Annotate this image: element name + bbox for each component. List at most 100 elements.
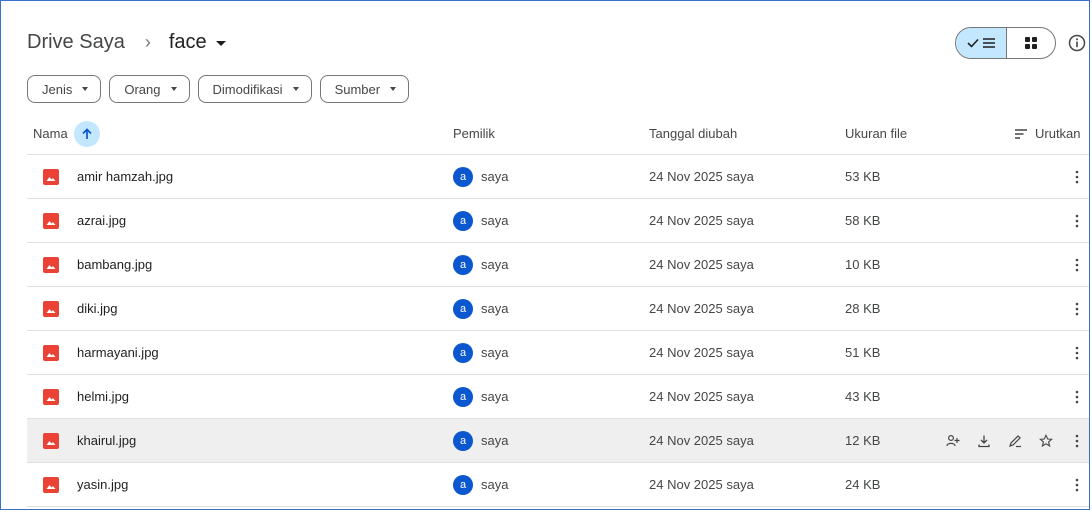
image-file-icon xyxy=(43,476,59,493)
file-row[interactable]: harmayani.jpg a saya 24 Nov 2025 saya 51… xyxy=(27,331,1089,375)
grid-view-button[interactable] xyxy=(1007,28,1055,58)
owner-name: saya xyxy=(481,213,509,228)
more-vert-icon xyxy=(1075,390,1079,403)
column-modified-header[interactable]: Tanggal diubah xyxy=(649,113,737,154)
modified-date: 24 Nov 2025 saya xyxy=(649,213,754,228)
owner-cell: a saya xyxy=(453,287,508,330)
column-size-header[interactable]: Ukuran file xyxy=(845,113,907,154)
owner-name: saya xyxy=(481,389,509,404)
check-icon xyxy=(967,38,979,48)
file-size: 24 KB xyxy=(845,477,881,492)
more-actions-button[interactable] xyxy=(1065,199,1089,242)
image-file-icon xyxy=(43,212,59,229)
info-button[interactable] xyxy=(1067,33,1087,53)
file-name-cell: khairul.jpg xyxy=(43,419,136,462)
more-vert-icon xyxy=(1075,346,1079,359)
image-file-icon xyxy=(43,432,59,449)
star-icon[interactable] xyxy=(1030,426,1061,456)
file-row[interactable]: helmi.jpg a saya 24 Nov 2025 saya 43 KB xyxy=(27,375,1089,419)
sort-ascending-button[interactable] xyxy=(73,120,100,147)
filter-chip-label: Orang xyxy=(124,81,161,97)
filter-chip-type[interactable]: Jenis xyxy=(27,75,102,103)
column-name-header[interactable]: Nama xyxy=(33,113,100,154)
filter-chips: Jenis Orang Dimodifikasi Sumber xyxy=(27,75,410,103)
modified-date: 24 Nov 2025 saya xyxy=(649,433,754,448)
file-name: harmayani.jpg xyxy=(77,345,159,360)
owner-cell: a saya xyxy=(453,243,508,286)
current-folder-label: face xyxy=(168,30,207,53)
owner-cell: a saya xyxy=(453,199,508,242)
file-name: khairul.jpg xyxy=(77,433,137,448)
more-actions-button[interactable] xyxy=(1065,287,1089,330)
arrow-up-icon xyxy=(82,127,92,139)
more-actions-button[interactable] xyxy=(1065,375,1089,418)
file-name: amir hamzah.jpg xyxy=(77,169,174,184)
share-icon[interactable] xyxy=(937,426,968,456)
file-name-cell: harmayani.jpg xyxy=(43,331,159,374)
file-size: 10 KB xyxy=(845,257,881,272)
owner-name: saya xyxy=(481,433,509,448)
more-actions-button[interactable] xyxy=(1065,331,1089,374)
owner-cell: a saya xyxy=(453,375,508,418)
list-view-button[interactable] xyxy=(956,28,1007,58)
filter-chip-source[interactable]: Sumber xyxy=(319,75,410,103)
download-icon[interactable] xyxy=(968,426,999,456)
file-name: diki.jpg xyxy=(77,301,118,316)
file-row[interactable]: bambang.jpg a saya 24 Nov 2025 saya 10 K… xyxy=(27,243,1089,287)
file-size: 12 KB xyxy=(845,433,881,448)
owner-name: saya xyxy=(481,257,509,272)
file-row[interactable]: diki.jpg a saya 24 Nov 2025 saya 28 KB xyxy=(27,287,1089,331)
modified-date: 24 Nov 2025 saya xyxy=(649,301,754,316)
owner-name: saya xyxy=(481,345,509,360)
more-actions-button[interactable] xyxy=(1065,419,1089,462)
file-name-cell: helmi.jpg xyxy=(43,375,129,418)
grid-icon xyxy=(1025,37,1037,49)
file-row[interactable]: azrai.jpg a saya 24 Nov 2025 saya 58 KB xyxy=(27,199,1089,243)
more-actions-button[interactable] xyxy=(1065,155,1089,198)
filter-chip-people[interactable]: Orang xyxy=(109,75,190,103)
more-vert-icon xyxy=(1075,214,1079,227)
breadcrumb-root[interactable]: Drive Saya xyxy=(27,29,129,56)
filter-chip-label: Dimodifikasi xyxy=(212,81,283,97)
sort-options-button[interactable]: Urutkan xyxy=(1015,113,1081,154)
column-owner-header[interactable]: Pemilik xyxy=(453,113,495,154)
breadcrumb-separator: › xyxy=(144,31,151,52)
rename-icon[interactable] xyxy=(999,426,1030,456)
column-header-row: Nama Pemilik Tanggal diubah Ukuran file … xyxy=(27,113,1089,155)
owner-avatar: a xyxy=(453,254,473,275)
owner-avatar: a xyxy=(453,386,473,407)
file-size: 43 KB xyxy=(845,389,881,404)
filter-chip-label: Sumber xyxy=(334,81,381,97)
owner-avatar: a xyxy=(453,342,473,363)
image-file-icon xyxy=(43,344,59,361)
chevron-down-icon xyxy=(82,87,89,91)
file-name: yasin.jpg xyxy=(77,477,129,492)
chevron-down-icon xyxy=(170,87,177,91)
file-name: helmi.jpg xyxy=(77,389,130,404)
list-icon xyxy=(983,38,995,48)
file-name: azrai.jpg xyxy=(77,213,127,228)
filter-chip-modified[interactable]: Dimodifikasi xyxy=(197,75,312,103)
owner-cell: a saya xyxy=(453,463,508,506)
file-row[interactable]: amir hamzah.jpg a saya 24 Nov 2025 saya … xyxy=(27,155,1089,199)
image-file-icon xyxy=(43,388,59,405)
more-vert-icon xyxy=(1075,302,1079,315)
owner-avatar: a xyxy=(453,166,473,187)
owner-cell: a saya xyxy=(453,419,508,462)
file-name-cell: bambang.jpg xyxy=(43,243,152,286)
file-list: amir hamzah.jpg a saya 24 Nov 2025 saya … xyxy=(27,155,1089,507)
info-icon xyxy=(1068,34,1086,52)
file-row[interactable]: yasin.jpg a saya 24 Nov 2025 saya 24 KB xyxy=(27,463,1089,507)
file-row[interactable]: khairul.jpg a saya 24 Nov 2025 saya 12 K… xyxy=(27,419,1089,463)
breadcrumb: Drive Saya › face xyxy=(27,27,226,57)
modified-date: 24 Nov 2025 saya xyxy=(649,169,754,184)
more-actions-button[interactable] xyxy=(1065,243,1089,286)
file-name-cell: yasin.jpg xyxy=(43,463,128,506)
row-quick-actions xyxy=(937,419,1061,462)
sort-icon xyxy=(1015,128,1027,139)
current-folder-button[interactable]: face xyxy=(169,31,226,54)
caret-down-icon xyxy=(215,40,226,46)
modified-date: 24 Nov 2025 saya xyxy=(649,477,754,492)
more-actions-button[interactable] xyxy=(1065,463,1089,506)
view-toggle xyxy=(955,27,1056,59)
